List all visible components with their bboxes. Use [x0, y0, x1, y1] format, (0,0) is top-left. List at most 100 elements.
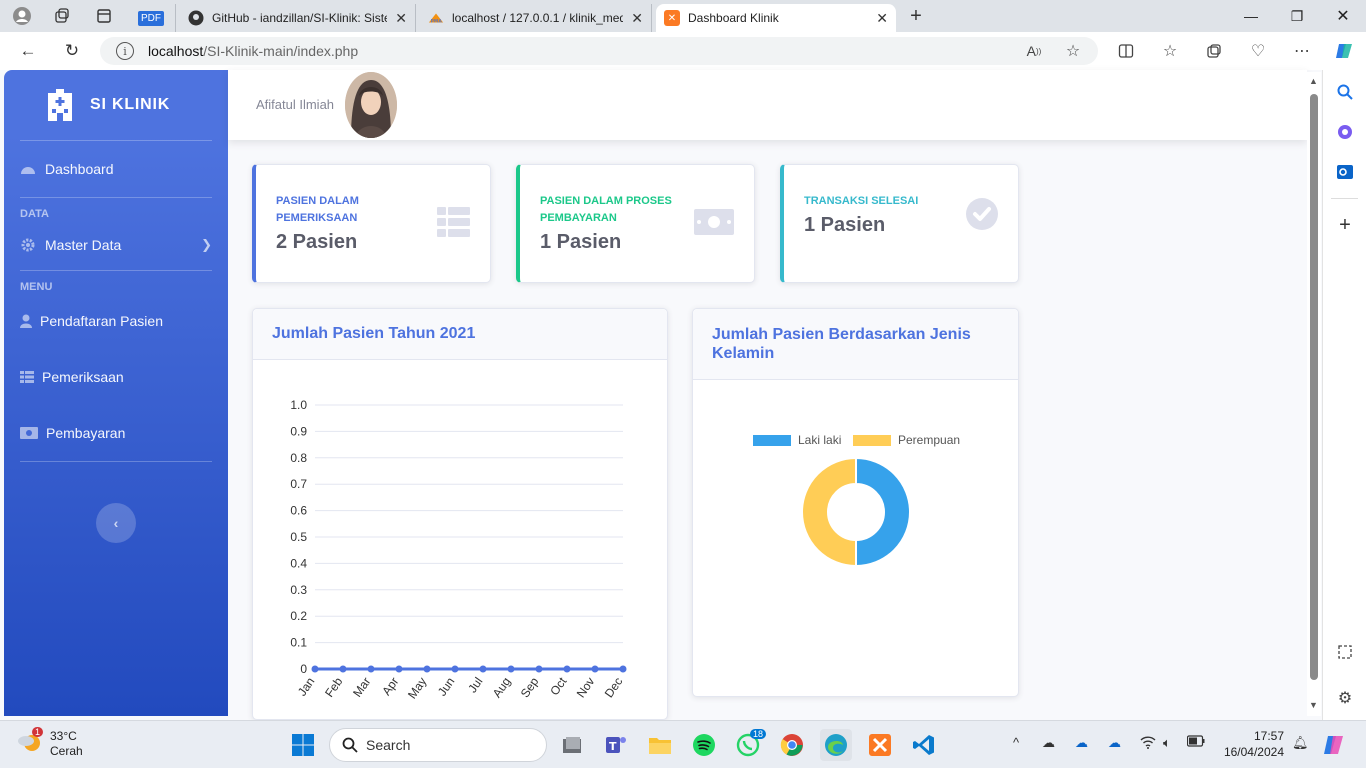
volume-icon[interactable]: 🔈︎ [1163, 735, 1171, 751]
temperature-text: 33°C [50, 729, 77, 743]
avatar[interactable] [345, 72, 397, 138]
browser-essentials-icon[interactable]: ♡ [1240, 32, 1276, 70]
settings-gear-icon[interactable]: ⚙ [1323, 678, 1366, 718]
x-tick-label: Oct [547, 674, 570, 698]
edge-icon[interactable] [820, 729, 852, 761]
sidebar-toggle-button[interactable]: ‹ [96, 503, 136, 543]
wifi-icon[interactable] [1140, 735, 1156, 752]
tab-title: localhost / 127.0.0.1 / klinik_med [452, 11, 624, 25]
info-icon[interactable]: i [116, 42, 134, 60]
favorites-icon[interactable]: ☆ [1152, 32, 1188, 70]
data-point[interactable] [507, 665, 515, 673]
favorite-star-icon[interactable]: ☆ [1055, 32, 1091, 70]
legend-label[interactable]: Laki laki [798, 433, 841, 447]
file-explorer-icon[interactable] [644, 729, 676, 761]
search-icon[interactable] [1323, 72, 1366, 112]
data-point[interactable] [591, 665, 599, 673]
chrome-icon[interactable] [776, 729, 808, 761]
vscode-icon[interactable] [908, 729, 940, 761]
sidebar-brand[interactable]: SI KLINIK [4, 70, 228, 140]
tab-pdf[interactable]: PDF [136, 4, 176, 32]
new-tab-icon[interactable]: + [900, 0, 932, 32]
copilot-icon[interactable] [1326, 32, 1362, 70]
legend-swatch[interactable] [853, 435, 891, 446]
y-tick-label: 0.1 [290, 636, 307, 650]
money-icon [694, 209, 734, 240]
data-point[interactable] [563, 665, 571, 673]
data-point[interactable] [423, 665, 431, 673]
scrollbar-thumb[interactable] [1310, 94, 1318, 680]
data-point[interactable] [339, 665, 347, 673]
scroll-down-icon[interactable]: ▼ [1309, 700, 1318, 710]
stat-label: TRANSAKSI SELESAI [804, 195, 919, 207]
back-icon[interactable]: ← [8, 32, 48, 70]
sidebar-item-dashboard[interactable]: Dashboard [4, 141, 228, 197]
more-options-icon[interactable]: ⋯ [1284, 32, 1320, 70]
workspaces-icon[interactable] [46, 0, 78, 32]
outlook-icon[interactable] [1323, 152, 1366, 192]
taskbar-clock[interactable]: 17:57 16/04/2024 [1220, 728, 1284, 760]
sidebar-item-label: Master Data [45, 237, 122, 253]
profile-icon[interactable] [6, 0, 38, 32]
start-button[interactable] [287, 729, 319, 761]
split-screen-icon[interactable] [1108, 32, 1144, 70]
data-point[interactable] [479, 665, 487, 673]
close-tab-icon[interactable]: ✕ [395, 10, 407, 27]
tab-github[interactable]: GitHub - iandzillan/SI-Klinik: Sistem ✕ [180, 4, 416, 32]
y-tick-label: 0 [300, 662, 307, 676]
data-point[interactable] [311, 665, 319, 673]
tab-actions-icon[interactable] [88, 0, 120, 32]
y-tick-label: 0.2 [290, 609, 307, 623]
url-field[interactable]: i localhost/SI-Klinik-main/index.php [100, 37, 1098, 65]
data-point[interactable] [367, 665, 375, 673]
sidebar-item-label: Pembayaran [46, 425, 126, 441]
collections-icon[interactable] [1196, 32, 1232, 70]
sidebar-item-pendaftaran-pasien[interactable]: Pendaftaran Pasien [4, 293, 228, 349]
y-tick-label: 1.0 [290, 398, 307, 412]
screenshot-icon[interactable] [1323, 632, 1366, 672]
stat-value: 1 Pasien [540, 231, 622, 253]
battery-icon[interactable] [1186, 735, 1205, 750]
show-hidden-icons[interactable]: ^ [1013, 735, 1019, 750]
tab-phpmyadmin[interactable]: PMA localhost / 127.0.0.1 / klinik_med ✕ [420, 4, 652, 32]
sidebar-item-pembayaran[interactable]: Pembayaran [4, 405, 228, 461]
restore-icon[interactable]: ❐ [1274, 0, 1320, 32]
onedrive-business-icon[interactable]: ☁ [1075, 735, 1088, 751]
y-tick-label: 0.5 [290, 530, 307, 544]
onedrive-icon[interactable]: ☁ [1042, 735, 1055, 751]
stat-card-pembayaran: PASIEN DALAM PROSES PEMBAYARAN 1 Pasien [516, 164, 755, 283]
notification-icon[interactable]: 🔔︎ [1292, 735, 1309, 751]
minimize-icon[interactable]: — [1228, 0, 1274, 32]
file-manager-icon[interactable] [556, 729, 588, 761]
close-tab-icon[interactable]: ✕ [876, 10, 888, 27]
donut-slice[interactable] [855, 456, 911, 568]
add-icon[interactable]: + [1323, 205, 1366, 245]
donut-slice[interactable] [801, 456, 857, 568]
user-name[interactable]: Afifatul Ilmiah [256, 97, 334, 112]
read-aloud-icon[interactable]: A)) [1016, 32, 1052, 70]
sync-icon[interactable]: ☁ [1108, 735, 1121, 751]
xampp-taskbar-icon[interactable] [864, 729, 896, 761]
spotify-icon[interactable] [688, 729, 720, 761]
card-title: Jumlah Pasien Tahun 2021 [253, 309, 667, 360]
close-tab-icon[interactable]: ✕ [631, 10, 643, 27]
github-icon [188, 10, 204, 26]
tab-dashboard-klinik[interactable]: ✕ Dashboard Klinik ✕ [656, 4, 896, 32]
windows-taskbar: 1 33°C Cerah Search T 18 ^ ☁ ☁ ☁ 🔈︎ 17:5… [0, 720, 1366, 768]
copilot-taskbar-icon[interactable] [1318, 729, 1350, 761]
taskbar-search[interactable]: Search [329, 728, 547, 762]
sidebar-item-master-data[interactable]: Master Data ❯ [4, 220, 228, 270]
data-point[interactable] [535, 665, 543, 673]
teams-icon[interactable]: T [600, 729, 632, 761]
scroll-up-icon[interactable]: ▲ [1309, 76, 1318, 86]
copilot-sidebar-icon[interactable] [1323, 112, 1366, 152]
data-point[interactable] [451, 665, 459, 673]
refresh-icon[interactable]: ↻ [52, 32, 92, 70]
page-scrollbar[interactable]: ▲ ▼ [1307, 72, 1321, 716]
sidebar-item-pemeriksaan[interactable]: Pemeriksaan [4, 349, 228, 405]
close-window-icon[interactable]: ✕ [1320, 0, 1366, 32]
data-point[interactable] [619, 665, 627, 673]
legend-label[interactable]: Perempuan [898, 433, 960, 447]
data-point[interactable] [395, 665, 403, 673]
legend-swatch[interactable] [753, 435, 791, 446]
